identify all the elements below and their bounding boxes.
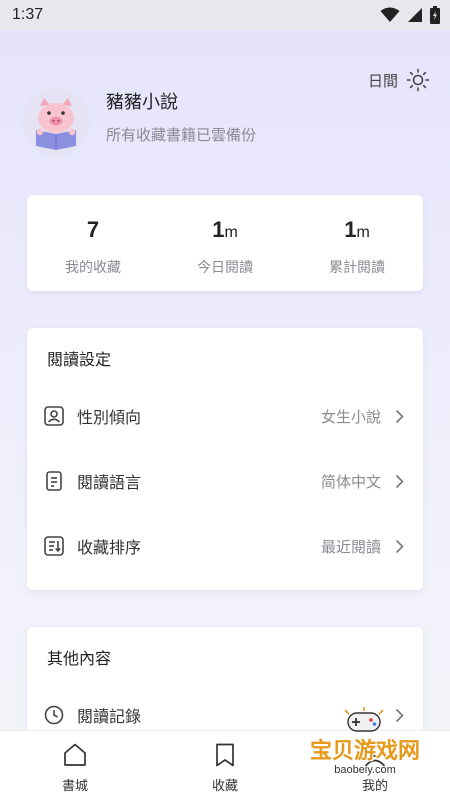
- watermark-text: 宝贝游戏网: [309, 739, 420, 764]
- setting-label: 閱讀語言: [77, 473, 142, 492]
- setting-label: 收藏排序: [77, 538, 142, 557]
- avatar[interactable]: [22, 88, 90, 156]
- clock-icon: [43, 704, 65, 726]
- bookmark-icon: [211, 741, 239, 769]
- signal-icon: [408, 8, 422, 22]
- setting-reading-language[interactable]: 閱讀語言 简体中文: [27, 461, 423, 501]
- watermark-url: baobeiy.com: [334, 764, 396, 776]
- stat-today-reading[interactable]: 1m 今日閱讀: [159, 195, 291, 291]
- section-title: 其他內容: [47, 649, 112, 668]
- status-time: 1:37: [12, 6, 44, 23]
- reading-settings-card: 閱讀設定 性別傾向 女生小說 閱讀語言 简体中文 收藏排序 最近閱讀: [27, 328, 423, 590]
- gamepad-icon: [344, 707, 384, 732]
- nav-favorites[interactable]: 收藏: [150, 731, 300, 800]
- nav-label: 收藏: [211, 779, 238, 794]
- profile-subtitle: 所有收藏書籍已雲備份: [106, 126, 257, 144]
- status-bar: 1:37: [0, 0, 450, 30]
- battery-icon: [430, 6, 440, 24]
- home-icon: [61, 741, 89, 769]
- chevron-right-icon: [393, 538, 405, 554]
- theme-label: 日間: [367, 71, 398, 90]
- setting-gender-preference[interactable]: 性別傾向 女生小說: [27, 396, 423, 436]
- chevron-right-icon: [393, 408, 405, 424]
- theme-toggle[interactable]: 日間: [368, 68, 430, 92]
- sort-icon: [43, 535, 65, 557]
- chevron-right-icon: [393, 473, 405, 489]
- pig-reading-avatar-icon: [22, 88, 90, 156]
- status-icons: [380, 6, 440, 24]
- wifi-icon: [380, 7, 400, 22]
- stat-label: 累計閱讀: [329, 260, 385, 276]
- setting-value: 简体中文: [320, 472, 381, 491]
- section-title: 閱讀設定: [47, 350, 112, 369]
- nav-label: 書城: [61, 779, 88, 794]
- setting-favorites-sort[interactable]: 收藏排序 最近閱讀: [27, 526, 423, 566]
- setting-value: 女生小說: [320, 407, 381, 426]
- stats-card: 7 我的收藏 1m 今日閱讀 1m 累計閱讀: [27, 195, 423, 291]
- stat-label: 我的收藏: [65, 260, 121, 276]
- setting-value: 最近閱讀: [320, 537, 381, 556]
- person-icon: [43, 405, 65, 427]
- setting-label: 性別傾向: [77, 408, 142, 427]
- stat-favorites[interactable]: 7 我的收藏: [27, 195, 159, 291]
- sun-icon: [406, 68, 430, 92]
- stat-total-reading[interactable]: 1m 累計閱讀: [291, 195, 423, 291]
- watermark: 宝贝游戏网 baobeiy.com: [300, 705, 430, 785]
- document-icon: [43, 470, 65, 492]
- stat-label: 今日閱讀: [197, 260, 253, 276]
- nav-bookstore[interactable]: 書城: [0, 731, 150, 800]
- stat-value: 7: [86, 217, 100, 242]
- profile-name: 豬豬小說: [106, 92, 178, 113]
- stat-value: 1m: [212, 217, 238, 242]
- stat-value: 1m: [344, 217, 370, 242]
